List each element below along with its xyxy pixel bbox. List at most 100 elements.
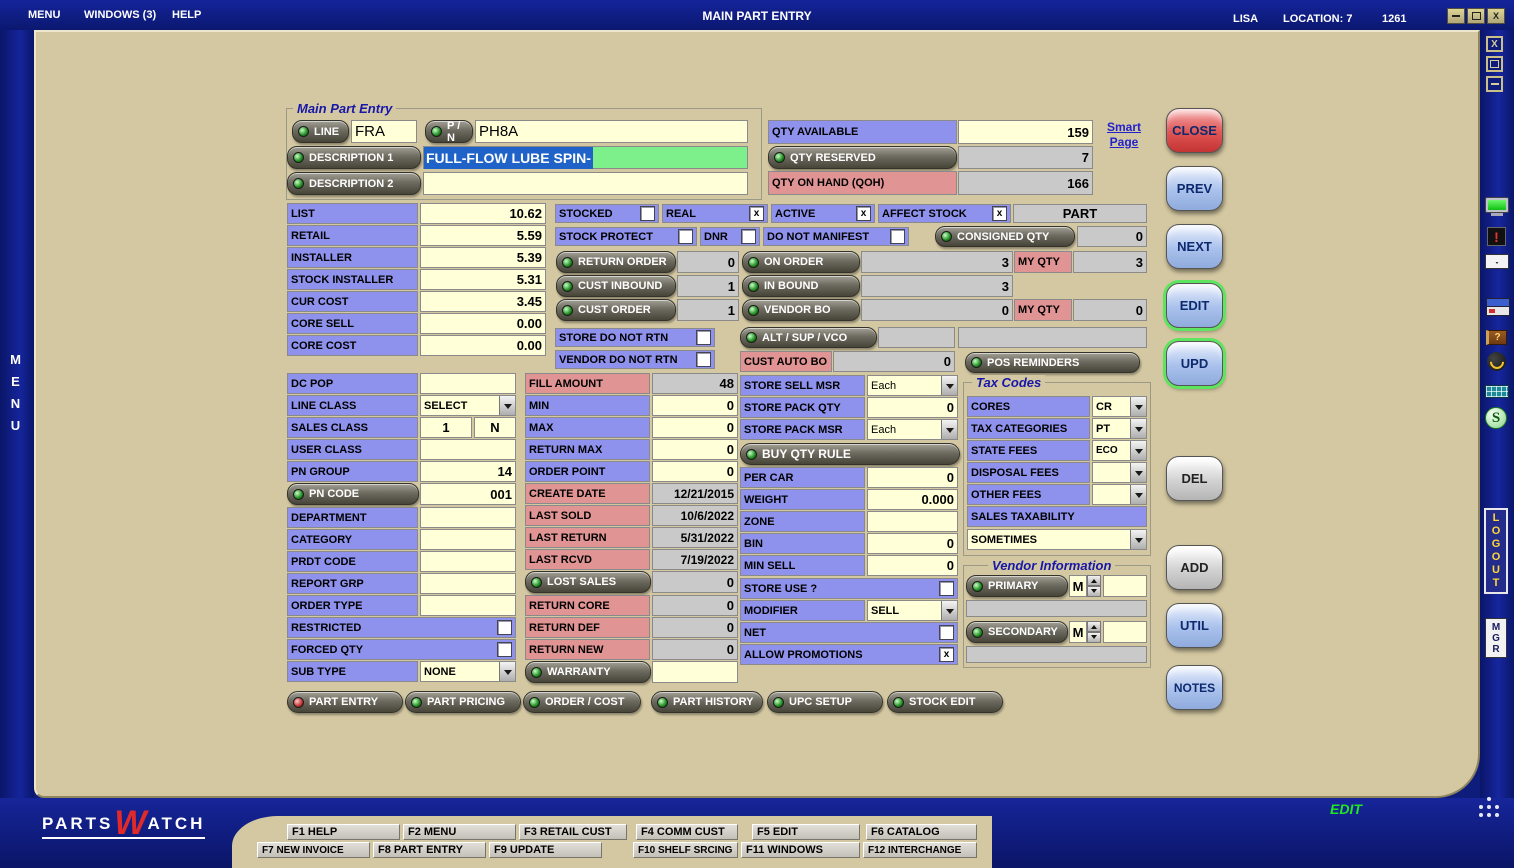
fkey-f9[interactable]: F9 UPDATE: [489, 842, 602, 858]
sales-class-value1[interactable]: 1: [420, 417, 472, 438]
active-checkbox[interactable]: x: [856, 206, 871, 221]
real-flag[interactable]: REAL x: [662, 204, 768, 223]
fkey-f8[interactable]: F8 PART ENTRY: [373, 842, 486, 858]
mgr-button[interactable]: MGR: [1485, 618, 1507, 658]
state-fees-dropdown[interactable]: ECO: [1092, 440, 1147, 461]
line-field[interactable]: FRA: [351, 120, 417, 143]
cur-cost-value[interactable]: 3.45: [420, 291, 546, 312]
chevron-down-icon[interactable]: [1130, 530, 1146, 549]
restore-button[interactable]: [1467, 8, 1485, 24]
store-do-not-rtn-checkbox[interactable]: [696, 330, 711, 345]
mail-icon[interactable]: [1485, 254, 1509, 269]
qty-reserved-button[interactable]: QTY RESERVED: [768, 146, 957, 169]
per-car-value[interactable]: 0: [867, 467, 958, 488]
dc-pop-value[interactable]: [420, 373, 516, 394]
pn-field[interactable]: PH8A: [475, 120, 748, 143]
prev-button[interactable]: PREV: [1166, 166, 1223, 211]
cust-order-button[interactable]: CUST ORDER: [556, 299, 676, 321]
description2-field[interactable]: [423, 172, 748, 195]
add-button[interactable]: ADD: [1166, 545, 1223, 590]
stocked-checkbox[interactable]: [640, 206, 655, 221]
strip-restore-button[interactable]: [1486, 56, 1503, 72]
core-sell-value[interactable]: 0.00: [420, 313, 546, 334]
book-icon[interactable]: ?: [1486, 330, 1507, 345]
buy-qty-rule-button[interactable]: BUY QTY RULE: [740, 443, 960, 465]
cores-dropdown[interactable]: CR: [1092, 396, 1147, 417]
stock-protect-checkbox[interactable]: [678, 229, 693, 244]
report-grp-value[interactable]: [420, 573, 516, 594]
upd-button[interactable]: UPD: [1166, 341, 1223, 386]
min-sell-value[interactable]: 0: [867, 555, 958, 576]
restricted-flag[interactable]: RESTRICTED: [287, 617, 516, 638]
qty-available-value[interactable]: 159: [958, 120, 1093, 144]
store-sell-msr-dropdown[interactable]: Each: [867, 375, 958, 396]
fkey-f6[interactable]: F6 CATALOG: [866, 824, 977, 840]
tab-part-history[interactable]: PART HISTORY: [651, 691, 763, 713]
primary-vendor-type[interactable]: M: [1069, 575, 1087, 597]
fkey-f1[interactable]: F1 HELP: [287, 824, 400, 840]
warranty-button[interactable]: WARRANTY: [525, 661, 651, 683]
primary-vendor-spinner[interactable]: [1087, 575, 1101, 597]
vendor-do-not-rtn-checkbox[interactable]: [696, 352, 711, 367]
alert-icon[interactable]: !: [1487, 227, 1506, 246]
logout-button[interactable]: LOGOUT: [1484, 508, 1508, 594]
lost-sales-button[interactable]: LOST SALES: [525, 571, 651, 593]
chevron-down-icon[interactable]: [941, 420, 957, 439]
s-badge-icon[interactable]: S: [1485, 407, 1507, 429]
fkey-f11[interactable]: F11 WINDOWS: [741, 842, 860, 858]
spinner-down-icon[interactable]: [1087, 586, 1101, 597]
minimize-button[interactable]: [1447, 8, 1465, 24]
pos-reminders-button[interactable]: POS REMINDERS: [965, 352, 1140, 373]
do-not-manifest-flag[interactable]: DO NOT MANIFEST: [763, 227, 909, 246]
spinner-up-icon[interactable]: [1087, 575, 1101, 586]
tab-part-pricing[interactable]: PART PRICING: [405, 691, 521, 713]
warranty-value[interactable]: [652, 661, 738, 683]
in-bound-button[interactable]: IN BOUND: [742, 275, 860, 297]
sales-taxability-dropdown[interactable]: SOMETIMES: [967, 529, 1147, 550]
secondary-vendor-button[interactable]: SECONDARY: [966, 621, 1068, 643]
util-button[interactable]: UTIL: [1166, 603, 1223, 648]
cust-inbound-button[interactable]: CUST INBOUND: [556, 275, 676, 297]
monitor-icon[interactable]: [1485, 197, 1509, 213]
return-max-value[interactable]: 0: [652, 439, 738, 460]
next-button[interactable]: NEXT: [1166, 224, 1223, 269]
fkey-f3[interactable]: F3 RETAIL CUST: [519, 824, 627, 840]
del-button[interactable]: DEL: [1166, 456, 1223, 501]
stock-installer-value[interactable]: 5.31: [420, 269, 546, 290]
phone-icon[interactable]: [1487, 352, 1506, 371]
order-type-value[interactable]: [420, 595, 516, 616]
disposal-fees-dropdown[interactable]: [1092, 462, 1147, 483]
printer-icon[interactable]: [1486, 298, 1508, 315]
department-value[interactable]: [420, 507, 516, 528]
active-flag[interactable]: ACTIVE x: [771, 204, 875, 223]
strip-minimize-button[interactable]: [1486, 76, 1503, 92]
sales-class-value2[interactable]: N: [474, 417, 516, 438]
net-checkbox[interactable]: [939, 625, 954, 640]
store-do-not-rtn-flag[interactable]: STORE DO NOT RTN: [555, 328, 715, 347]
primary-vendor-value[interactable]: [1103, 575, 1147, 597]
spinner-up-icon[interactable]: [1087, 621, 1101, 632]
stocked-flag[interactable]: STOCKED: [555, 204, 659, 223]
do-not-manifest-checkbox[interactable]: [890, 229, 905, 244]
list-value[interactable]: 10.62: [420, 203, 546, 224]
tab-order-cost[interactable]: ORDER / COST: [523, 691, 641, 713]
tax-categories-dropdown[interactable]: PT: [1092, 418, 1147, 439]
vendor-do-not-rtn-flag[interactable]: VENDOR DO NOT RTN: [555, 350, 715, 369]
consigned-qty-button[interactable]: CONSIGNED QTY: [935, 226, 1075, 247]
on-order-button[interactable]: ON ORDER: [742, 251, 860, 273]
allow-promotions-flag[interactable]: ALLOW PROMOTIONS x: [740, 644, 958, 665]
affect-stock-checkbox[interactable]: x: [992, 206, 1007, 221]
order-point-value[interactable]: 0: [652, 461, 738, 482]
chevron-down-icon[interactable]: [499, 662, 515, 681]
forced-qty-checkbox[interactable]: [497, 642, 512, 657]
secondary-vendor-spinner[interactable]: [1087, 621, 1101, 643]
spinner-down-icon[interactable]: [1087, 632, 1101, 643]
tab-upc-setup[interactable]: UPC SETUP: [767, 691, 883, 713]
fkey-f10[interactable]: F10 SHELF SRCING: [633, 842, 738, 858]
installer-value[interactable]: 5.39: [420, 247, 546, 268]
description1-button[interactable]: DESCRIPTION 1: [287, 146, 421, 169]
fkey-f2[interactable]: F2 MENU: [403, 824, 516, 840]
edit-button[interactable]: EDIT: [1166, 283, 1223, 328]
max-value[interactable]: 0: [652, 417, 738, 438]
chevron-down-icon[interactable]: [1130, 463, 1146, 482]
